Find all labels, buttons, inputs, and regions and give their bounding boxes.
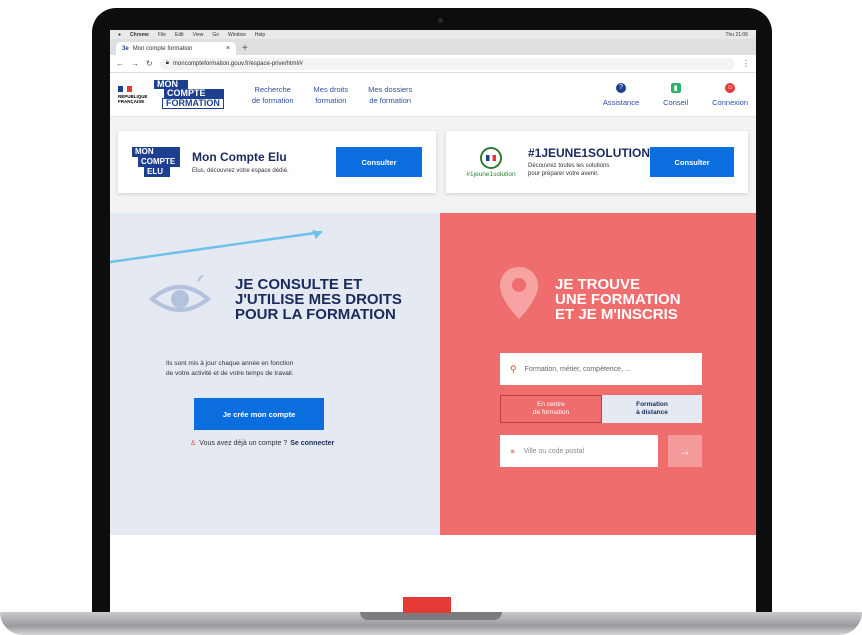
- menu-go[interactable]: Go: [212, 32, 219, 38]
- header-actions: ? Assistance ▮ Conseil ☺ Connexion: [602, 82, 748, 107]
- url-field[interactable]: 🔒︎ moncompteformation.gouv.fr/espace-pri…: [159, 57, 735, 70]
- nav-mes-dossiers[interactable]: Mes dossiers de formation: [368, 84, 412, 106]
- menu-file[interactable]: File: [158, 32, 166, 38]
- jeune-card: #1jeune1solution #1JEUNE1SOLUTION Découv…: [446, 131, 748, 193]
- main-nav: Recherche de formation Mes droits formatio…: [252, 84, 412, 106]
- login-text: Vous avez déjà un compte ?: [199, 439, 288, 447]
- connexion-label: Connexion: [712, 97, 748, 107]
- location-pin-icon: [500, 267, 538, 319]
- apple-icon[interactable]: ●: [118, 32, 121, 38]
- republique-logo[interactable]: RÉPUBLIQUE FRANÇAISE: [118, 85, 148, 104]
- toggle-a-distance[interactable]: Formation à distance: [602, 395, 702, 423]
- search-placeholder: Formation, métier, compétence, ...: [524, 365, 631, 373]
- connexion-link[interactable]: ☺ Connexion: [712, 82, 748, 107]
- jeune-badge: #1jeune1solution: [460, 146, 522, 178]
- hero-right-panel: JE TROUVE UNE FORMATION ET JE M'INSCRIS …: [440, 213, 756, 535]
- france-relance-icon: [479, 146, 502, 169]
- user-outline-icon: ♙: [190, 440, 197, 447]
- forward-icon[interactable]: →: [131, 59, 139, 68]
- new-tab-button[interactable]: +: [242, 42, 248, 55]
- menu-window[interactable]: Window: [228, 32, 246, 38]
- mac-menubar: ● Chrome File Edit View Go Window Help T…: [110, 30, 756, 39]
- logo-compte: COMPTE: [164, 89, 224, 98]
- create-account-button[interactable]: Je crée mon compte: [194, 398, 324, 430]
- search-submit-button[interactable]: →: [668, 435, 702, 467]
- flag-icon: [118, 85, 133, 92]
- site-header: RÉPUBLIQUE FRANÇAISE MON COMPTE FORMATIO…: [110, 73, 756, 117]
- menu-app[interactable]: Chrome: [130, 32, 149, 38]
- assistance-link[interactable]: ? Assistance: [602, 82, 640, 107]
- formation-search-input[interactable]: ⚲ Formation, métier, compétence, ...: [500, 353, 702, 385]
- lock-icon: 🔒︎: [165, 60, 169, 66]
- browser-tab[interactable]: 3e Mon compte formation ×: [116, 42, 236, 55]
- nav-recherche[interactable]: Recherche de formation: [252, 84, 294, 106]
- menubar-clock: Thu 21:06: [725, 31, 748, 38]
- tab-title: Mon compte formation: [132, 45, 193, 52]
- laptop-notch: [360, 612, 502, 620]
- elu-card: MON COMPTE ELU Mon Compte Elu Elus, déco…: [118, 131, 436, 193]
- close-tab-icon[interactable]: ×: [226, 45, 230, 52]
- chat-icon: ▮: [670, 82, 681, 93]
- jeune-sub1: Découvrez toutes les solutions: [527, 163, 610, 169]
- camera-dot: [438, 18, 443, 23]
- red-marker: [403, 597, 451, 613]
- gov-line-1: RÉPUBLIQUE: [118, 93, 148, 99]
- jeune-consulter-button[interactable]: Consulter: [650, 147, 734, 177]
- training-mode-toggle: En centre de formation Formation à distanc…: [500, 395, 702, 423]
- kebab-menu-icon[interactable]: ⋮: [742, 59, 750, 68]
- jeune-title: #1JEUNE1SOLUTION: [527, 146, 651, 160]
- jeune-sub2: pour préparer votre avenir.: [527, 171, 599, 177]
- toggle-en-centre[interactable]: En centre de formation: [500, 395, 602, 423]
- elu-subtitle: Elus, découvrez votre espace dédié.: [192, 167, 289, 174]
- logo-formation: FORMATION: [162, 98, 224, 109]
- conseil-label: Conseil: [663, 97, 689, 107]
- pin-small-icon: ●: [510, 446, 516, 456]
- menu-view[interactable]: View: [193, 32, 204, 38]
- hero-left-desc: Ils sont mis à jour chaque année en fonc…: [166, 360, 294, 377]
- hero-left-title: JE CONSULTE ET J'UTILISE MES DROITS POUR…: [235, 276, 402, 323]
- elu-logo: MON COMPTE ELU: [132, 147, 180, 177]
- menu-help[interactable]: Help: [255, 32, 265, 38]
- screen: ● Chrome File Edit View Go Window Help T…: [110, 30, 756, 612]
- favicon-icon: 3e: [122, 45, 129, 52]
- search-icon: ⚲: [510, 363, 517, 374]
- assistance-label: Assistance: [602, 97, 640, 107]
- gov-line-2: FRANÇAISE: [118, 98, 145, 104]
- address-bar: ← → ↻ 🔒︎ moncompteformation.gouv.fr/espa…: [110, 55, 756, 73]
- moncompteformation-logo[interactable]: MON COMPTE FORMATION: [154, 80, 224, 109]
- menu-edit[interactable]: Edit: [175, 32, 184, 38]
- url-text: moncompteformation.gouv.fr/espace-prive/…: [172, 60, 303, 67]
- city-input[interactable]: ● Ville ou code postal: [500, 435, 658, 467]
- elu-title: Mon Compte Elu: [192, 149, 287, 164]
- login-link[interactable]: Se connecter: [290, 440, 334, 447]
- reload-icon[interactable]: ↻: [146, 59, 153, 68]
- back-icon[interactable]: ←: [116, 59, 124, 68]
- conseil-link[interactable]: ▮ Conseil: [663, 82, 689, 107]
- promo-band: MON COMPTE ELU Mon Compte Elu Elus, déco…: [110, 117, 756, 213]
- login-line: ♙ Vous avez déjà un compte ? Se connecte…: [190, 439, 334, 448]
- user-icon: ☺: [725, 82, 736, 93]
- elu-consulter-button[interactable]: Consulter: [336, 147, 422, 177]
- eye-icon: [148, 275, 212, 312]
- annotation-arrow-icon: [109, 230, 323, 264]
- hero-right-title: JE TROUVE UNE FORMATION ET JE M'INSCRIS: [555, 276, 681, 323]
- nav-mes-droits[interactable]: Mes droits formation: [314, 84, 349, 106]
- help-icon: ?: [615, 82, 626, 93]
- tab-bar: 3e Mon compte formation × +: [110, 39, 756, 55]
- city-placeholder: Ville ou code postal: [523, 447, 585, 455]
